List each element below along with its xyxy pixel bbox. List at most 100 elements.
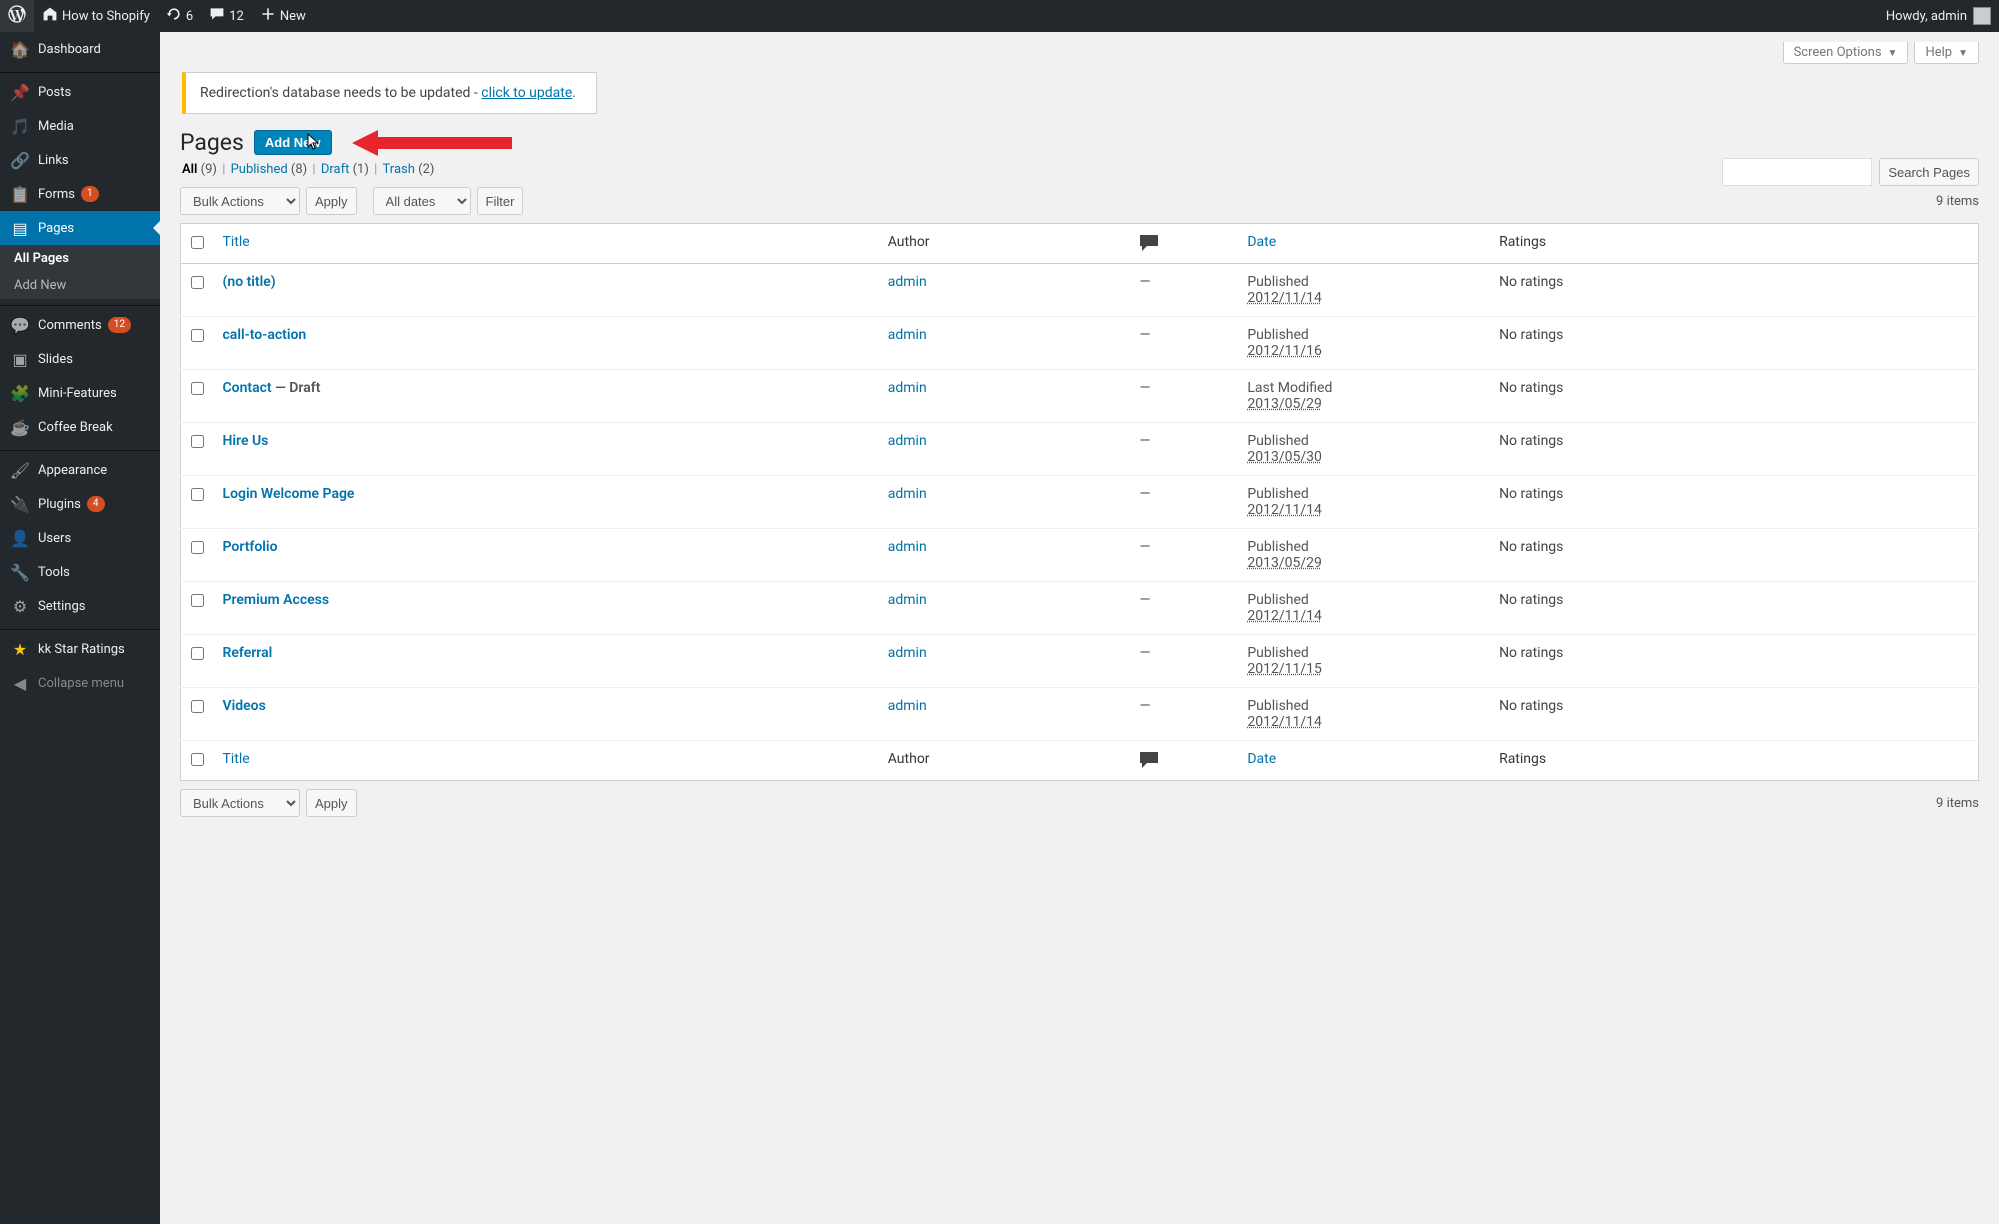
page-link[interactable]: Contact: [223, 380, 272, 396]
add-new-button[interactable]: Add New: [254, 130, 332, 155]
filter-button[interactable]: Filter: [477, 187, 524, 215]
page-link[interactable]: Videos: [223, 698, 266, 714]
row-checkbox[interactable]: [191, 488, 204, 501]
column-date-foot[interactable]: Date: [1247, 751, 1276, 767]
sidebar-item-minifeatures[interactable]: 🧩Mini-Features: [0, 376, 160, 410]
sidebar-item-slides[interactable]: ▣Slides: [0, 342, 160, 376]
bulk-apply-button[interactable]: Apply: [306, 187, 357, 215]
filter-published[interactable]: Published: [231, 162, 291, 177]
column-title-foot[interactable]: Title: [223, 751, 250, 767]
row-checkbox[interactable]: [191, 700, 204, 713]
table-row: call-to-actionadmin—Published2012/11/16N…: [181, 317, 1979, 370]
sidebar-item-collapse[interactable]: ◀Collapse menu: [0, 666, 160, 700]
select-all-bottom[interactable]: [191, 753, 204, 766]
author-link[interactable]: admin: [888, 645, 927, 661]
table-row: Premium Accessadmin—Published2012/11/14N…: [181, 582, 1979, 635]
sidebar-item-posts[interactable]: 📌Posts: [0, 75, 160, 109]
page-link[interactable]: Login Welcome Page: [223, 486, 355, 502]
row-checkbox[interactable]: [191, 647, 204, 660]
site-title: How to Shopify: [62, 9, 150, 24]
howdy-text: Howdy, admin: [1886, 9, 1967, 24]
filter-draft[interactable]: Draft: [321, 162, 353, 177]
row-checkbox[interactable]: [191, 329, 204, 342]
sidebar-sub-add-new[interactable]: Add New: [0, 272, 160, 299]
sidebar-item-pages[interactable]: ▤Pages: [0, 211, 160, 245]
table-row: Videosadmin—Published2012/11/14No rating…: [181, 688, 1979, 741]
annotation-arrow: [352, 130, 512, 156]
page-link[interactable]: call-to-action: [223, 327, 307, 343]
sidebar-item-links[interactable]: 🔗Links: [0, 143, 160, 177]
wp-logo[interactable]: [0, 0, 34, 32]
home-icon: [42, 6, 58, 26]
author-link[interactable]: admin: [888, 486, 927, 502]
tools-icon: 🔧: [10, 563, 30, 582]
ratings-cell: No ratings: [1489, 582, 1978, 635]
sidebar-item-media[interactable]: 🎵Media: [0, 109, 160, 143]
sidebar-item-users[interactable]: 👤Users: [0, 521, 160, 555]
column-author-foot: Author: [878, 741, 1130, 781]
search-pages-button[interactable]: Search Pages: [1879, 158, 1979, 186]
page-link[interactable]: (no title): [223, 274, 276, 290]
my-account[interactable]: Howdy, admin: [1878, 0, 1999, 32]
filter-trash[interactable]: Trash: [383, 162, 419, 177]
select-all-top[interactable]: [191, 236, 204, 249]
bulk-actions-select-bottom[interactable]: Bulk Actions: [180, 789, 300, 817]
page-link[interactable]: Hire Us: [223, 433, 269, 449]
kkstar-icon: ★: [10, 640, 30, 659]
table-row: Contact — Draftadmin—Last Modified2013/0…: [181, 370, 1979, 423]
sidebar-item-coffeebreak[interactable]: ☕Coffee Break: [0, 410, 160, 444]
row-checkbox[interactable]: [191, 541, 204, 554]
comments-count: 12: [229, 9, 244, 24]
sidebar-item-settings[interactable]: ⚙Settings: [0, 589, 160, 623]
sidebar-sub-all-pages[interactable]: All Pages: [0, 245, 160, 272]
sidebar-item-appearance[interactable]: 🖌Appearance: [0, 453, 160, 487]
sidebar-item-forms[interactable]: 📋Forms1: [0, 177, 160, 211]
bulk-apply-button-bottom[interactable]: Apply: [306, 789, 357, 817]
sidebar-item-comments[interactable]: 💬Comments12: [0, 308, 160, 342]
date-filter-select[interactable]: All dates: [373, 187, 471, 215]
search-input[interactable]: [1722, 158, 1872, 186]
sidebar-item-tools[interactable]: 🔧Tools: [0, 555, 160, 589]
avatar: [1973, 7, 1991, 25]
ratings-cell: No ratings: [1489, 317, 1978, 370]
updates[interactable]: 6: [158, 0, 201, 32]
site-home[interactable]: How to Shopify: [34, 0, 158, 32]
row-checkbox[interactable]: [191, 435, 204, 448]
settings-icon: ⚙: [10, 597, 30, 616]
row-checkbox[interactable]: [191, 276, 204, 289]
page-link[interactable]: Premium Access: [223, 592, 330, 608]
badge: 12: [108, 317, 131, 333]
collapse-icon: ◀: [10, 674, 30, 693]
row-checkbox[interactable]: [191, 594, 204, 607]
column-comments[interactable]: [1129, 224, 1237, 264]
sidebar-item-label: Comments: [38, 318, 102, 333]
column-comments-foot[interactable]: [1129, 741, 1237, 781]
author-link[interactable]: admin: [888, 539, 927, 555]
filter-all[interactable]: All: [182, 162, 201, 177]
bulk-actions-select[interactable]: Bulk Actions: [180, 187, 300, 215]
author-link[interactable]: admin: [888, 327, 927, 343]
ratings-cell: No ratings: [1489, 476, 1978, 529]
author-link[interactable]: admin: [888, 274, 927, 290]
notice-update-link[interactable]: click to update: [481, 85, 572, 101]
users-icon: 👤: [10, 529, 30, 548]
sidebar-item-kkstar[interactable]: ★kk Star Ratings: [0, 632, 160, 666]
author-link[interactable]: admin: [888, 380, 927, 396]
help-button[interactable]: Help▼: [1914, 42, 1979, 64]
ratings-cell: No ratings: [1489, 688, 1978, 741]
page-link[interactable]: Portfolio: [223, 539, 278, 555]
column-ratings-foot: Ratings: [1489, 741, 1978, 781]
sidebar-item-dashboard[interactable]: 🏠Dashboard: [0, 32, 160, 66]
author-link[interactable]: admin: [888, 433, 927, 449]
column-title[interactable]: Title: [223, 234, 250, 250]
comments[interactable]: 12: [201, 0, 252, 32]
screen-options-button[interactable]: Screen Options▼: [1783, 42, 1909, 64]
sidebar-item-label: Media: [38, 119, 74, 134]
author-link[interactable]: admin: [888, 698, 927, 714]
page-link[interactable]: Referral: [223, 645, 273, 661]
new-content[interactable]: New: [252, 0, 314, 32]
author-link[interactable]: admin: [888, 592, 927, 608]
row-checkbox[interactable]: [191, 382, 204, 395]
sidebar-item-plugins[interactable]: 🔌Plugins4: [0, 487, 160, 521]
column-date[interactable]: Date: [1247, 234, 1276, 250]
